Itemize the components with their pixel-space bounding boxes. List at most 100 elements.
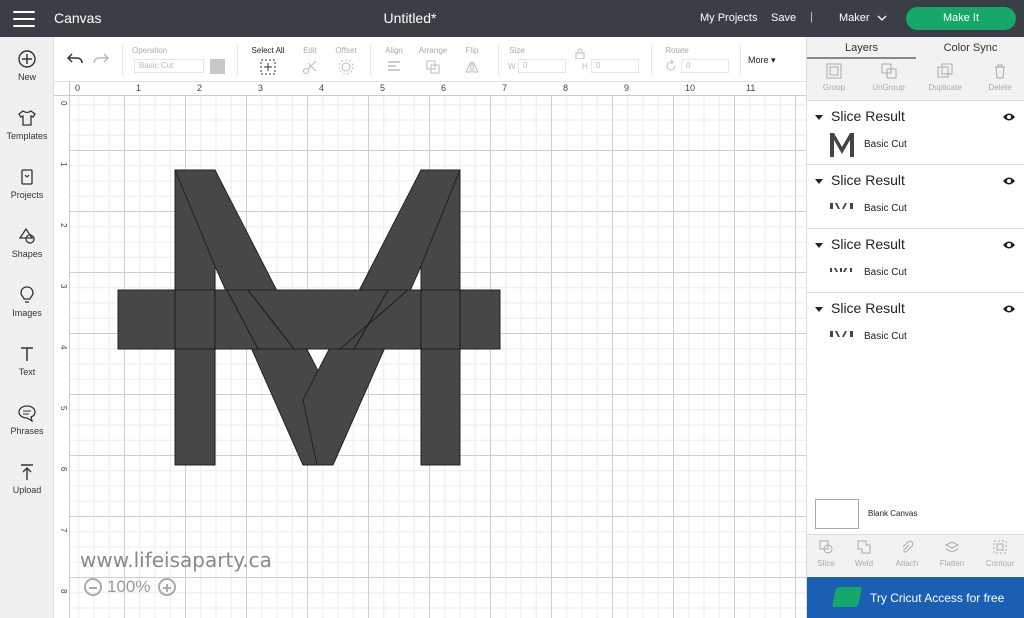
layer-group-header[interactable]: Slice Result: [815, 300, 905, 316]
my-projects-link[interactable]: My Projects: [700, 12, 757, 24]
layer-group-header[interactable]: Slice Result: [815, 172, 905, 188]
weld-button[interactable]: Weld: [845, 539, 883, 568]
layer-group[interactable]: Slice Result Basic Cut: [807, 294, 1024, 357]
color-swatch[interactable]: [210, 59, 225, 74]
speech-bubble-icon: [18, 405, 36, 423]
undo-icon[interactable]: [66, 51, 84, 67]
ruler-tick-label: 5: [380, 83, 386, 93]
flip-button[interactable]: Flip: [456, 37, 488, 82]
cricut-access-icon: [831, 587, 863, 607]
ruler-vertical: 0 1 2 3 4 5 6 7 8: [54, 96, 70, 618]
ruler-tick-label: 8: [59, 589, 68, 594]
topbar-separator: |: [810, 11, 813, 23]
eye-icon[interactable]: [1002, 304, 1016, 314]
layer-group-header[interactable]: Slice Result: [815, 108, 905, 124]
flatten-button[interactable]: Flatten: [931, 539, 973, 568]
weld-label: Weld: [854, 559, 874, 568]
rotate-input[interactable]: 0: [681, 59, 729, 73]
layer-label: Basic Cut: [864, 139, 907, 150]
layer-group[interactable]: Slice Result Basic Cut: [807, 230, 1024, 293]
operation-select[interactable]: Basic Cut: [134, 59, 204, 73]
lightbulb-icon: [20, 286, 34, 303]
nav-phrases[interactable]: Phrases: [0, 403, 54, 436]
ruler-tick-label: 3: [258, 83, 264, 93]
height-input[interactable]: 0: [591, 59, 639, 73]
layer-thumbnail: [830, 268, 852, 272]
align-button[interactable]: Align: [378, 37, 410, 82]
ruler-corner: [54, 82, 70, 96]
align-label: Align: [385, 46, 403, 55]
machine-select[interactable]: Maker: [839, 12, 870, 24]
nav-images-label: Images: [12, 308, 42, 318]
select-all-icon: [260, 59, 276, 75]
duplicate-button[interactable]: Duplicate: [918, 63, 972, 92]
zoom-out-icon[interactable]: [84, 578, 102, 596]
expand-triangle-icon[interactable]: [815, 306, 823, 312]
expand-triangle-icon[interactable]: [815, 242, 823, 248]
toolbar-divider: [122, 45, 123, 75]
group-button[interactable]: Group: [807, 63, 861, 92]
offset-button[interactable]: Offset: [329, 37, 363, 82]
eye-icon[interactable]: [1002, 112, 1016, 122]
arrange-button[interactable]: Arrange: [414, 37, 452, 82]
width-input[interactable]: 0: [518, 59, 566, 73]
layer-group-header[interactable]: Slice Result: [815, 236, 905, 252]
panel-tabs: Layers Color Sync: [807, 37, 1024, 59]
contour-button[interactable]: Contour: [977, 539, 1023, 568]
make-it-button[interactable]: Make It: [906, 7, 1016, 30]
layer-group[interactable]: Slice Result Basic Cut: [807, 166, 1024, 229]
zoom-in-icon[interactable]: [158, 578, 176, 596]
cricut-access-banner[interactable]: Try Cricut Access for free: [807, 577, 1024, 618]
ruler-tick-label: 8: [563, 83, 569, 93]
group-icon: [826, 63, 842, 79]
size-h-label: H: [582, 62, 588, 71]
ruler-tick-label: 9: [624, 83, 630, 93]
ruler-tick-label: 7: [59, 528, 68, 533]
ungroup-button[interactable]: UnGroup: [861, 63, 916, 92]
nav-shapes[interactable]: Shapes: [0, 226, 54, 259]
offset-label: Offset: [335, 46, 357, 55]
ruler-tick-label: 1: [136, 83, 142, 93]
layer-group[interactable]: Slice Result Basic Cut: [807, 102, 1024, 165]
align-icon: [388, 61, 400, 71]
paperclip-icon: [902, 540, 914, 553]
flatten-icon: [944, 541, 960, 553]
attach-button[interactable]: Attach: [887, 539, 927, 568]
delete-button[interactable]: Delete: [973, 63, 1024, 92]
nav-text[interactable]: Text: [0, 344, 54, 377]
nav-upload[interactable]: Upload: [0, 462, 54, 495]
slice-icon: [819, 540, 833, 554]
offset-icon: [338, 59, 354, 75]
chevron-down-icon[interactable]: [877, 13, 887, 23]
redo-icon[interactable]: [92, 51, 110, 67]
design-shapes[interactable]: [70, 96, 806, 618]
more-menu[interactable]: More ▾: [748, 55, 776, 66]
lock-icon[interactable]: [575, 48, 585, 59]
expand-triangle-icon[interactable]: [815, 114, 823, 120]
eye-icon[interactable]: [1002, 240, 1016, 250]
ruler-tick-label: 2: [59, 223, 68, 228]
ruler-tick-label: 4: [59, 345, 68, 350]
nav-images[interactable]: Images: [0, 285, 54, 318]
expand-triangle-icon[interactable]: [815, 178, 823, 184]
document-title[interactable]: Untitled*: [0, 10, 820, 26]
nav-text-label: Text: [18, 367, 36, 377]
blank-canvas-swatch[interactable]: [815, 499, 859, 529]
layer-tools: Group UnGroup Duplicate Delete: [807, 59, 1024, 101]
canvas-grid[interactable]: [70, 96, 806, 618]
slice-button[interactable]: Slice: [807, 539, 845, 568]
layer-thumbnail: [830, 331, 853, 337]
edit-button[interactable]: Edit: [296, 37, 324, 82]
save-button[interactable]: Save: [771, 12, 796, 24]
tab-color-sync[interactable]: Color Sync: [916, 37, 1024, 59]
design-canvas[interactable]: 0 1 2 3 4 5 6 7 8 9 10 11 012345678 www.…: [54, 82, 806, 618]
select-all-button[interactable]: Select All: [246, 37, 290, 82]
eye-icon[interactable]: [1002, 176, 1016, 186]
edit-label: Edit: [303, 46, 317, 55]
layer-group-title: Slice Result: [831, 300, 905, 316]
nav-templates[interactable]: Templates: [0, 108, 54, 141]
caret-down-icon: ▾: [771, 55, 776, 65]
nav-new[interactable]: New: [0, 49, 54, 82]
nav-projects[interactable]: Projects: [0, 167, 54, 200]
tab-layers[interactable]: Layers: [807, 37, 916, 59]
